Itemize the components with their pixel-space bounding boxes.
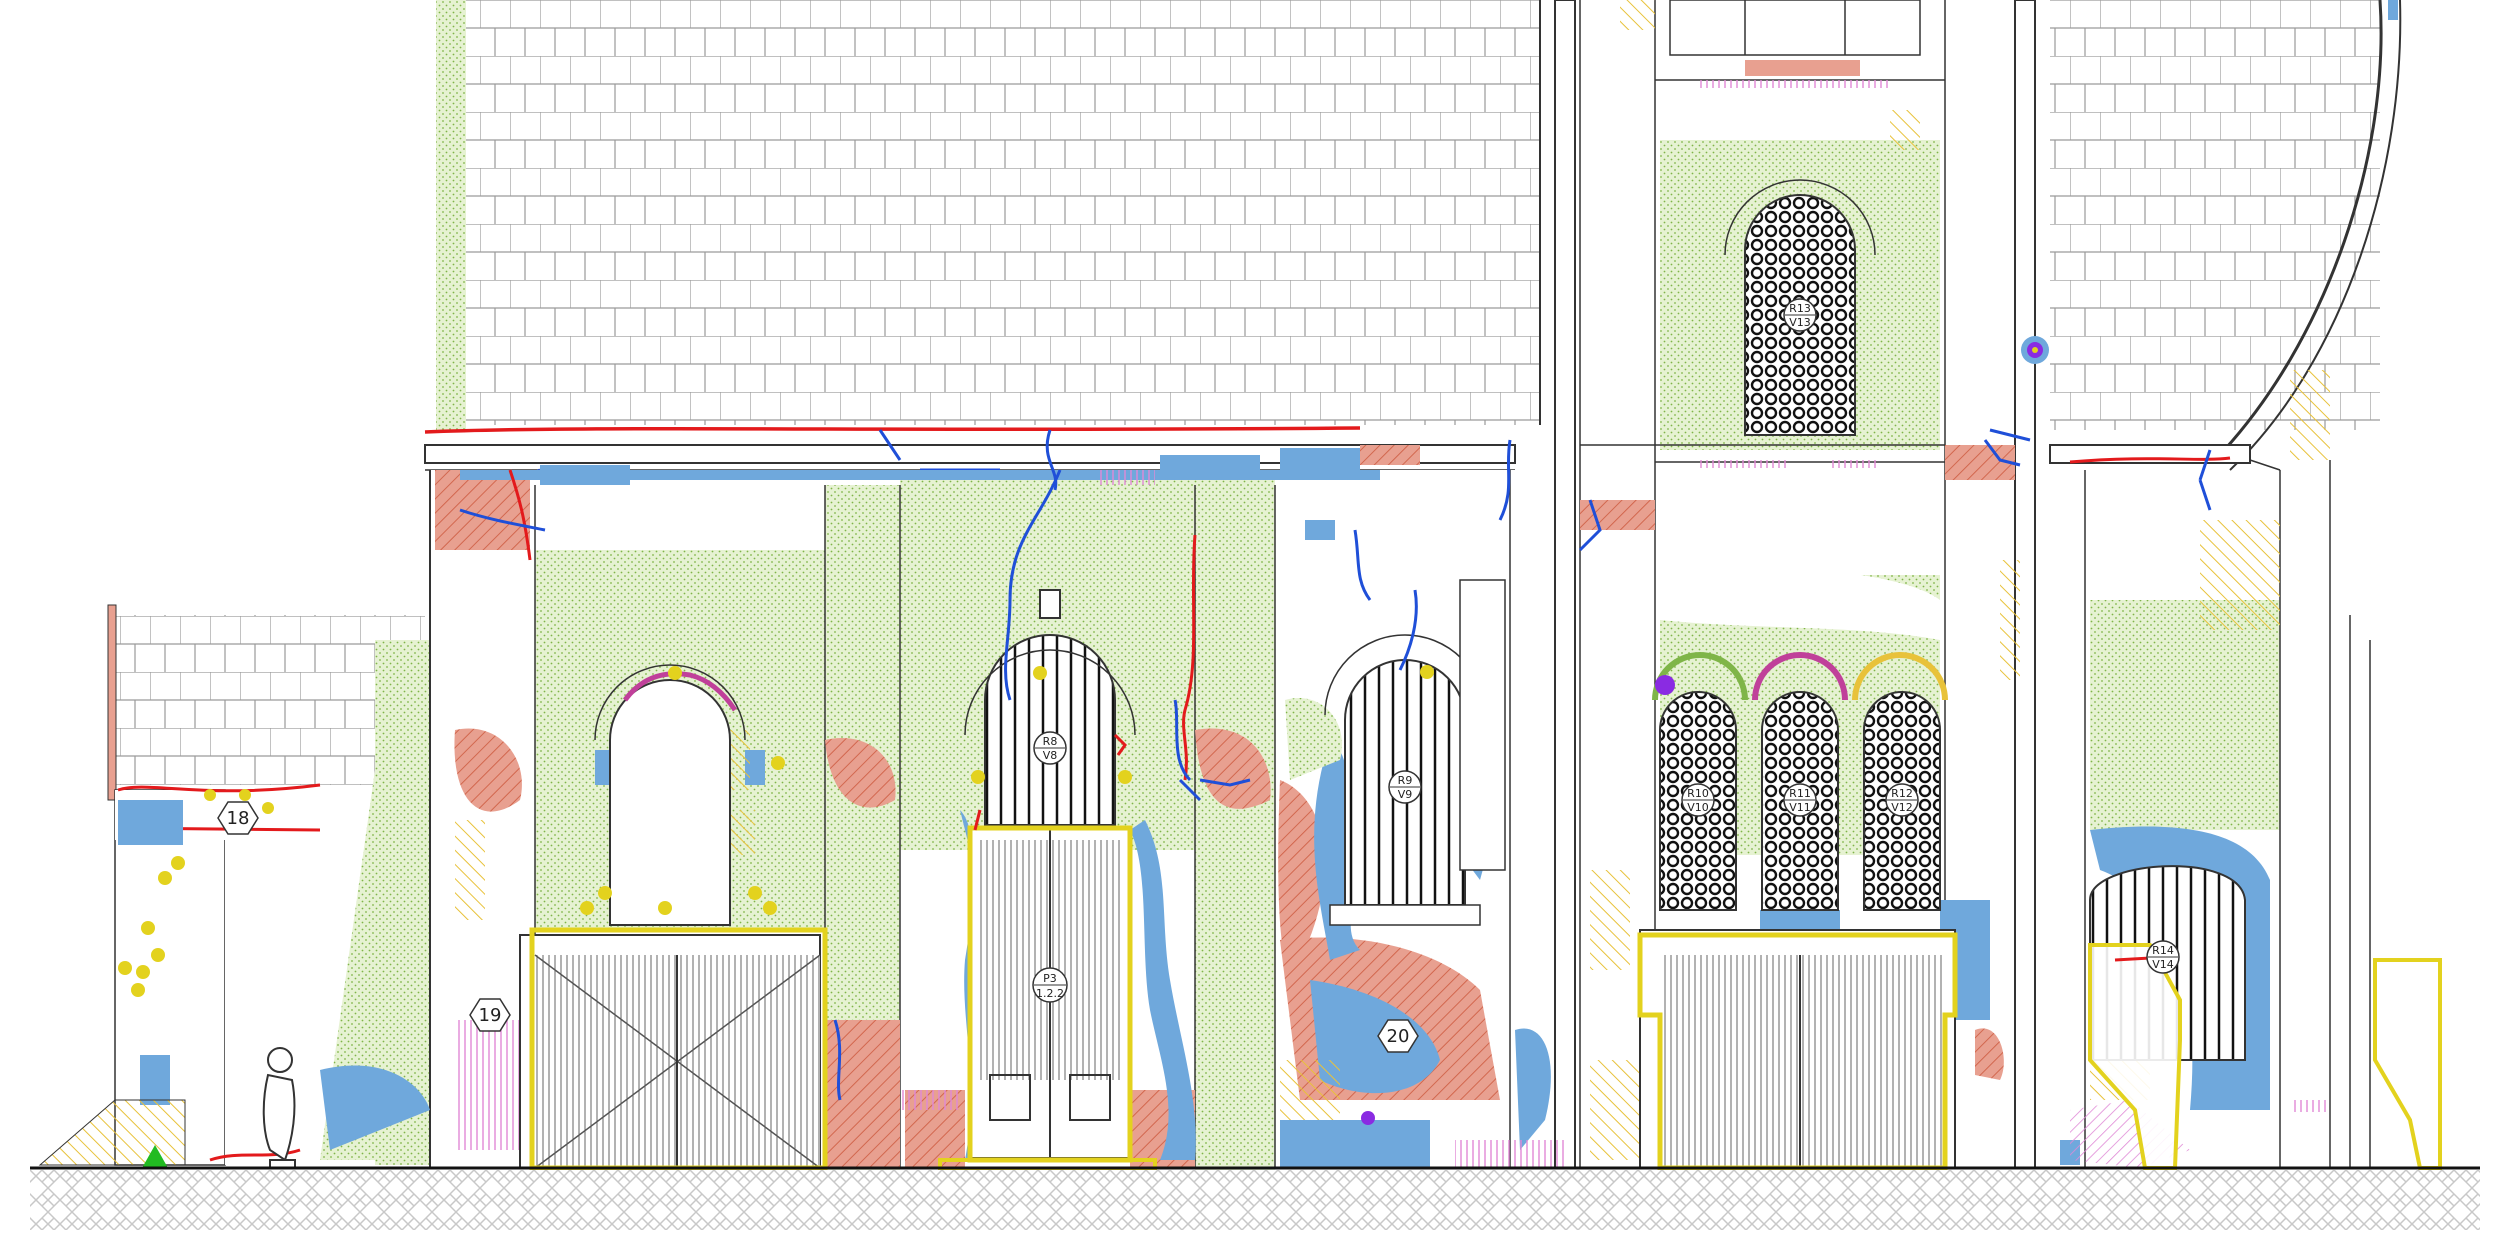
tag-r9-line2: V9 [1398, 788, 1413, 801]
tag-r12: R12 V12 [1885, 783, 1919, 817]
tag-r14-line1: R14 [2152, 944, 2174, 957]
label-20-text: 20 [1387, 1026, 1410, 1047]
tag-r11-line2: V11 [1789, 801, 1811, 814]
tag-r10: R10 V10 [1681, 783, 1715, 817]
tag-r9-line1: R9 [1398, 774, 1413, 787]
tag-r8: R8 V8 [1033, 731, 1067, 765]
garage-door-right [1637, 929, 1958, 1171]
tag-p3-line2: 1.2.2 [1036, 987, 1064, 1000]
tag-p3-line1: P3 [1043, 972, 1057, 985]
tag-r10-line2: V10 [1687, 801, 1709, 814]
tag-r10-line1: R10 [1687, 787, 1709, 800]
tag-r13: R13 V13 [1783, 298, 1817, 332]
facade-elevation-drawing: 18 19 20 P3 1.2.2 R8 V8 R9 V9 R10 V10 R1… [30, 0, 2480, 1230]
cornice-right [2049, 444, 2251, 464]
label-19-text: 19 [479, 1005, 502, 1026]
tag-r8-line2: V8 [1043, 749, 1058, 762]
ground [30, 1166, 2480, 1230]
label-18-text: 18 [227, 808, 250, 829]
tag-r14-line2: V14 [2152, 958, 2174, 971]
tag-r9: R9 V9 [1388, 770, 1422, 804]
tag-p3: P3 1.2.2 [1032, 967, 1068, 1003]
tag-r14: R14 V14 [2146, 940, 2180, 974]
tag-r11: R11 V11 [1783, 783, 1817, 817]
roof-left [436, 0, 1541, 430]
tag-r12-line2: V12 [1891, 801, 1913, 814]
tag-r13-line1: R13 [1789, 302, 1811, 315]
tag-r13-line2: V13 [1789, 316, 1811, 329]
tag-r11-line1: R11 [1789, 787, 1811, 800]
roof-right [2050, 0, 2402, 471]
tag-r12-line1: R12 [1891, 787, 1913, 800]
garage-door-left [519, 927, 828, 1171]
tag-r8-line1: R8 [1043, 735, 1058, 748]
